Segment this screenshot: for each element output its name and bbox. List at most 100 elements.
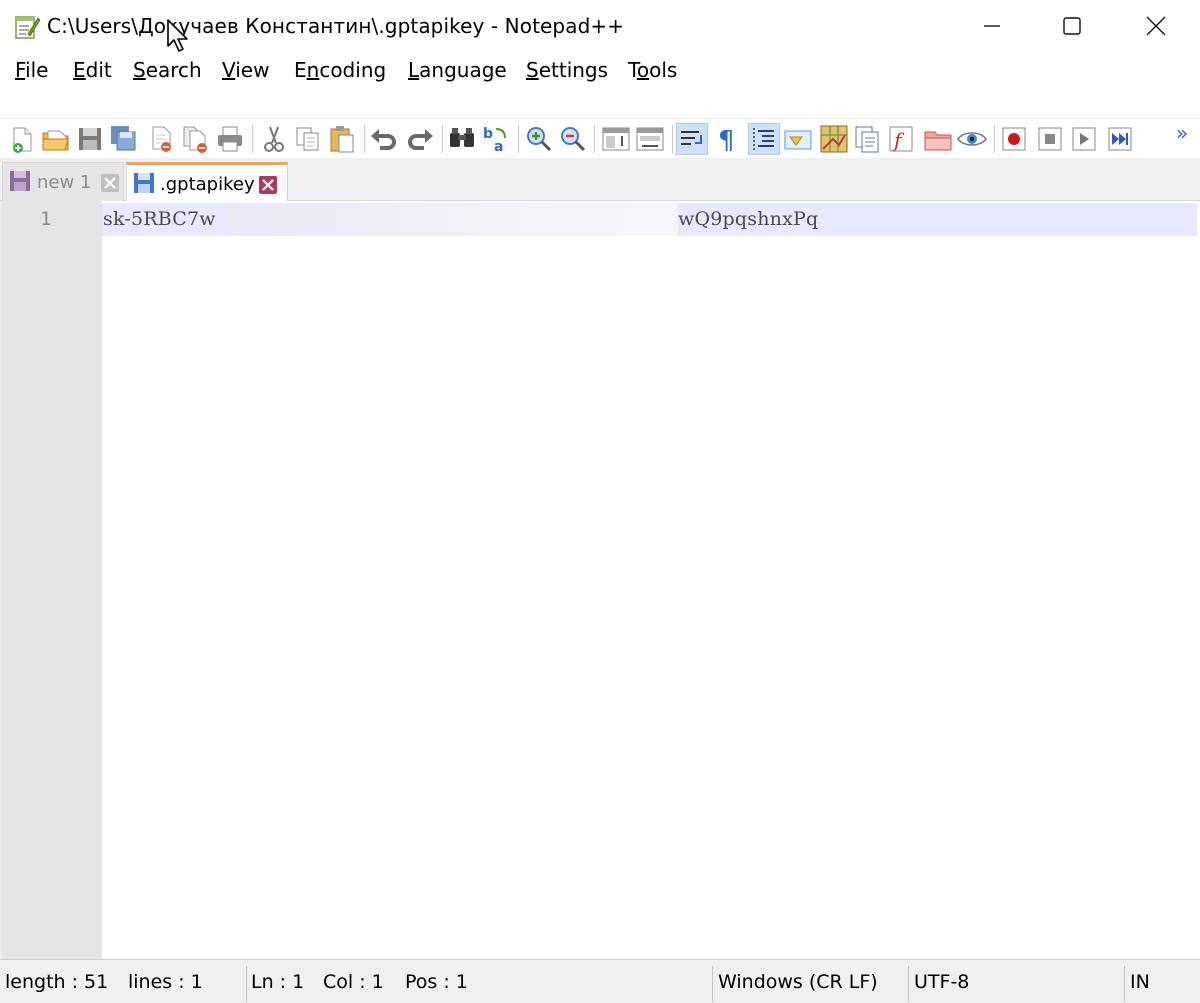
status-ln: Ln : 1 [251, 971, 305, 993]
user-defined-language-icon[interactable] [782, 123, 814, 155]
status-pos: Pos : 1 [405, 971, 468, 993]
status-length: length : 51 [5, 971, 109, 993]
editor-area[interactable]: 1 sk-5RBC7w wQ9pqshnxPq [0, 201, 1200, 959]
menu-accel: n [306, 58, 320, 82]
floppy-save-icon [134, 173, 154, 193]
zoom-in-icon[interactable] [522, 123, 554, 155]
notepadpp-app-icon [15, 16, 40, 39]
menu-search[interactable]: Search [133, 58, 202, 82]
menu-label: ile [25, 58, 49, 82]
save-icon[interactable] [74, 123, 106, 155]
status-divider [1124, 966, 1125, 1002]
menu-view[interactable]: View [222, 58, 269, 82]
redacted-region [226, 203, 678, 236]
toolbar-separator [672, 125, 673, 153]
tab-gptapikey[interactable]: .gptapikey [126, 162, 288, 202]
svg-text:¶: ¶ [718, 126, 735, 155]
menu-label: ols [649, 58, 678, 82]
undo-icon[interactable] [368, 123, 400, 155]
tab-close-icon[interactable] [258, 175, 278, 195]
paste-icon[interactable] [326, 123, 358, 155]
status-lines: lines : 1 [128, 971, 203, 993]
play-macro-icon[interactable] [1068, 123, 1100, 155]
record-macro-icon[interactable] [998, 123, 1030, 155]
print-icon[interactable] [214, 123, 246, 155]
save-all-icon[interactable] [108, 123, 140, 155]
menu-bar: File Edit Search View Encoding Language … [0, 52, 1200, 118]
toolbar-separator [994, 125, 995, 153]
tab-close-icon[interactable] [100, 173, 120, 193]
menu-accel: o [636, 58, 650, 82]
menu-label: dit [85, 58, 112, 82]
new-file-icon[interactable] [6, 123, 38, 155]
replace-icon[interactable]: ba [480, 123, 512, 155]
menu-language[interactable]: Language [408, 58, 507, 82]
menu-accel: S [133, 58, 146, 82]
indent-guide-icon[interactable] [748, 123, 780, 155]
menu-label: ettings [538, 58, 609, 82]
status-insert-mode[interactable]: IN [1130, 960, 1150, 1003]
word-wrap-icon[interactable] [676, 123, 708, 155]
menu-file[interactable]: File [15, 58, 48, 82]
menu-label: E [294, 58, 307, 82]
line-number: 1 [40, 208, 52, 230]
minimize-icon [984, 25, 1000, 27]
open-file-icon[interactable] [40, 123, 72, 155]
menu-edit[interactable]: Edit [73, 58, 112, 82]
tab-bar: new 1 .gptapikey [0, 158, 1200, 202]
maximize-button[interactable] [1030, 0, 1114, 52]
menu-label: T [628, 58, 637, 82]
svg-text:a: a [494, 139, 503, 155]
tab-label: new 1 [37, 172, 92, 193]
menu-accel: F [15, 58, 26, 82]
status-divider [712, 966, 713, 1002]
find-icon[interactable] [446, 123, 478, 155]
stop-macro-icon[interactable] [1034, 123, 1066, 155]
toolbar-separator [442, 125, 443, 153]
line-number-gutter[interactable]: 1 [2, 201, 102, 959]
show-all-characters-icon[interactable]: ¶ [712, 123, 744, 155]
document-map-icon[interactable] [818, 123, 850, 155]
run-macro-multiple-icon[interactable] [1104, 123, 1136, 155]
close-icon [1146, 16, 1166, 36]
zoom-out-icon[interactable] [556, 123, 588, 155]
status-encoding[interactable]: UTF-8 [914, 960, 969, 1003]
sync-vertical-scroll-icon[interactable] [600, 123, 632, 155]
tab-label: .gptapikey [160, 174, 255, 195]
status-eol[interactable]: Windows (CR LF) [718, 960, 878, 1003]
status-col: Col : 1 [323, 971, 384, 993]
menu-accel: E [73, 58, 86, 82]
minimize-button[interactable] [950, 0, 1034, 52]
menu-accel: V [222, 58, 236, 82]
window-title: C:\Users\Докучаев Константин\.gptapikey … [47, 14, 625, 38]
toolbar-separator [594, 125, 595, 153]
close-file-icon[interactable] [146, 123, 178, 155]
document-list-icon[interactable] [852, 123, 884, 155]
menu-label: earch [145, 58, 202, 82]
sync-horizontal-scroll-icon[interactable] [634, 123, 666, 155]
menu-encoding[interactable]: Encoding [294, 58, 386, 82]
redo-icon[interactable] [404, 123, 436, 155]
menu-tools[interactable]: Tools [628, 58, 677, 82]
menu-accel: L [408, 58, 420, 82]
folder-as-workspace-icon[interactable] [922, 123, 954, 155]
toolbar: ba ¶ f » [0, 118, 1200, 158]
menu-label: iew [235, 58, 270, 82]
tab-new-1[interactable]: new 1 [2, 162, 124, 201]
status-divider [908, 966, 909, 1002]
menu-settings[interactable]: Settings [526, 58, 608, 82]
toolbar-separator [364, 125, 365, 153]
close-window-button[interactable] [1114, 0, 1198, 52]
close-all-icon[interactable] [180, 123, 212, 155]
status-bar: length : 51 lines : 1 Ln : 1 Col : 1 Pos… [0, 959, 1200, 1003]
maximize-icon [1063, 17, 1081, 35]
toolbar-overflow-chevron[interactable]: » [1176, 121, 1188, 145]
cut-icon[interactable] [258, 123, 290, 155]
menu-label: anguage [419, 58, 507, 82]
function-list-icon[interactable]: f [886, 123, 918, 155]
copy-icon[interactable] [292, 123, 324, 155]
monitoring-eye-icon[interactable] [956, 123, 988, 155]
line-text-start: sk-5RBC7w [103, 208, 216, 230]
menu-label: coding [319, 58, 387, 82]
menu-accel: S [526, 58, 539, 82]
